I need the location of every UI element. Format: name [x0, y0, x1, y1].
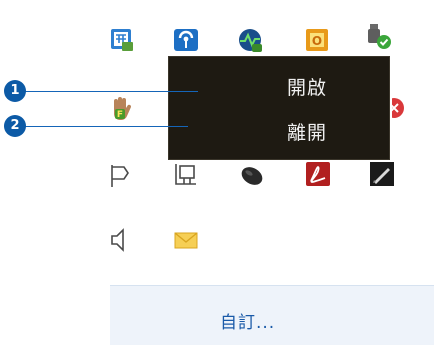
pen-icon[interactable]	[368, 160, 396, 188]
customize-link[interactable]: 自訂...	[220, 308, 275, 333]
error-icon[interactable]	[392, 94, 406, 122]
callout-1-line	[20, 91, 198, 92]
svg-text:O: O	[312, 34, 322, 48]
network-activity-icon[interactable]	[236, 26, 264, 54]
ime-icon[interactable]	[108, 26, 136, 54]
wireless-icon[interactable]	[172, 26, 200, 54]
usb-device-icon[interactable]	[364, 22, 392, 50]
svg-text:F: F	[117, 110, 123, 120]
notification-area-overflow: O F 開啟 離開 1 2 自訂...	[0, 0, 434, 345]
callout-2-badge: 2	[4, 115, 26, 137]
mail-icon[interactable]	[172, 226, 200, 254]
callout-2-line	[20, 126, 188, 127]
office-icon[interactable]: O	[304, 26, 332, 54]
callout-1-badge: 1	[4, 80, 26, 102]
network-cable-icon[interactable]	[172, 160, 200, 188]
customize-panel: 自訂...	[110, 285, 434, 345]
mouse-icon[interactable]	[238, 160, 266, 188]
flag-icon[interactable]	[108, 162, 136, 190]
tray-context-menu: 開啟 離開	[168, 56, 390, 160]
menu-item-exit[interactable]: 離開	[169, 113, 389, 153]
menu-item-open[interactable]: 開啟	[169, 68, 389, 108]
gesture-hand-icon[interactable]: F	[108, 94, 136, 122]
pdf-icon[interactable]	[304, 160, 332, 188]
volume-icon[interactable]	[108, 226, 136, 254]
